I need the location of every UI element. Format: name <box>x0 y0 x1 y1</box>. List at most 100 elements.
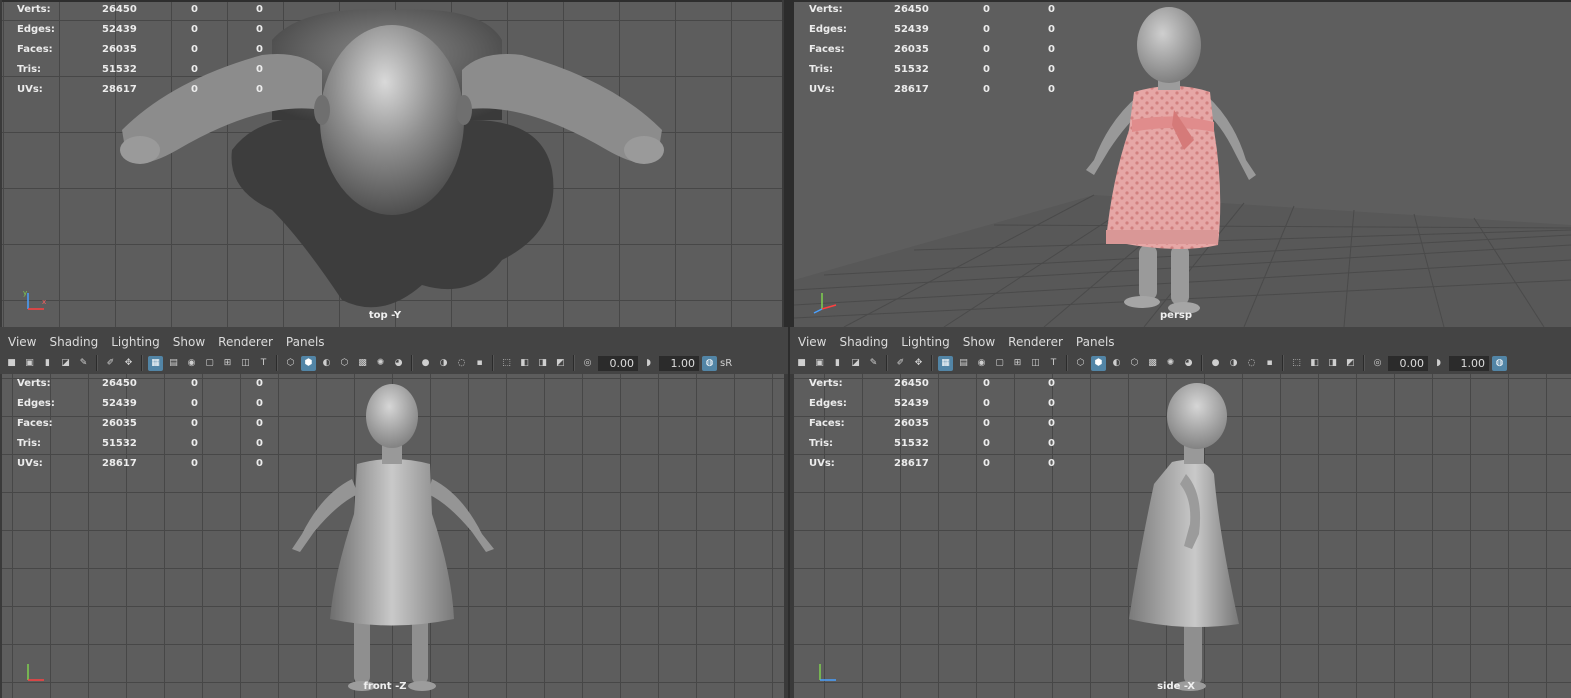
xray-components-icon[interactable]: ◩ <box>1343 356 1358 371</box>
color-management-icon[interactable]: ◍ <box>702 355 717 371</box>
exposure-field[interactable] <box>1388 355 1428 371</box>
viewport-persp[interactable]: Verts: 26450 0 0 Edges: 52439 0 0 Faces: 26035 0… <box>794 0 1571 327</box>
hud-value: 0 <box>983 418 990 429</box>
menu-panels[interactable]: Panels <box>286 335 325 353</box>
camera-attributes-icon[interactable]: ▣ <box>22 356 37 371</box>
use-lights-icon[interactable]: ✺ <box>1163 356 1178 371</box>
image-plane-icon[interactable]: ◪ <box>58 356 73 371</box>
smooth-shade-icon[interactable]: ⬢ <box>301 355 316 371</box>
wireframe-icon[interactable]: ⬡ <box>283 356 298 371</box>
svg-text:x: x <box>42 298 46 306</box>
textured-icon[interactable]: ▩ <box>355 356 370 371</box>
menu-lighting[interactable]: Lighting <box>901 335 950 353</box>
xray-joints-icon[interactable]: ◨ <box>535 356 550 371</box>
safe-title-icon[interactable]: T <box>1046 356 1061 371</box>
motion-blur-icon[interactable]: ◑ <box>1226 356 1241 371</box>
menu-shading[interactable]: Shading <box>839 335 888 353</box>
bookmark-icon[interactable]: ▮ <box>40 356 55 371</box>
menu-show[interactable]: Show <box>173 335 205 353</box>
film-gate-icon[interactable]: ▤ <box>956 356 971 371</box>
depth-of-field-icon[interactable]: ▪ <box>472 356 487 371</box>
hud-value: 28617 <box>894 458 929 469</box>
grid-toggle-icon[interactable]: ▦ <box>148 355 163 371</box>
ambient-occlusion-icon[interactable]: ● <box>418 356 433 371</box>
default-material-icon[interactable]: ◐ <box>1109 356 1124 371</box>
anti-aliasing-icon[interactable]: ◌ <box>1244 356 1259 371</box>
pencil-icon[interactable]: ✎ <box>76 356 91 371</box>
use-lights-icon[interactable]: ✺ <box>373 356 388 371</box>
film-gate-icon[interactable]: ▤ <box>166 356 181 371</box>
hud-value: 0 <box>1048 4 1055 15</box>
xray-components-icon[interactable]: ◩ <box>553 356 568 371</box>
gamma-icon[interactable]: ◗ <box>641 356 656 371</box>
resolution-gate-icon[interactable]: ◉ <box>184 356 199 371</box>
isolate-select-icon[interactable]: ⬚ <box>499 356 514 371</box>
xray-joints-icon[interactable]: ◨ <box>1325 356 1340 371</box>
gamma-field[interactable] <box>1449 355 1489 371</box>
hud-value: 0 <box>191 24 198 35</box>
grease-pencil-icon[interactable]: ✐ <box>103 356 118 371</box>
hud-value: 0 <box>1048 398 1055 409</box>
menu-renderer[interactable]: Renderer <box>218 335 273 353</box>
exposure-icon[interactable]: ◎ <box>1370 356 1385 371</box>
menu-view[interactable]: View <box>798 335 826 353</box>
viewport-side[interactable]: Verts: 26450 0 0 Edges: 52439 0 0 Faces: 26035 0… <box>794 374 1571 698</box>
default-material-icon[interactable]: ◐ <box>319 356 334 371</box>
view-transform-icon[interactable]: ✥ <box>911 356 926 371</box>
viewport-top[interactable]: Verts: 26450 0 0 Edges: 52439 0 0 Faces: 26035 0… <box>2 0 782 327</box>
gate-mask-icon[interactable]: ▢ <box>992 356 1007 371</box>
resolution-gate-icon[interactable]: ◉ <box>974 356 989 371</box>
xray-icon[interactable]: ◧ <box>517 356 532 371</box>
hud-label: Tris: <box>17 438 42 449</box>
pencil-icon[interactable]: ✎ <box>866 356 881 371</box>
grid-toggle-icon[interactable]: ▦ <box>938 355 953 371</box>
pane-divider-vertical[interactable] <box>788 327 790 698</box>
hud-value: 0 <box>256 398 263 409</box>
wireframe-on-shaded-icon[interactable]: ⬡ <box>337 356 352 371</box>
safe-action-icon[interactable]: ◫ <box>238 356 253 371</box>
menu-show[interactable]: Show <box>963 335 995 353</box>
field-chart-icon[interactable]: ⊞ <box>220 356 235 371</box>
menu-panels[interactable]: Panels <box>1076 335 1115 353</box>
textured-icon[interactable]: ▩ <box>1145 356 1160 371</box>
shadows-icon[interactable]: ◕ <box>391 356 406 371</box>
menu-view[interactable]: View <box>8 335 36 353</box>
camera-attributes-icon[interactable]: ▣ <box>812 356 827 371</box>
wireframe-icon[interactable]: ⬡ <box>1073 356 1088 371</box>
select-camera-icon[interactable]: ■ <box>4 356 19 371</box>
view-transform-icon[interactable]: ✥ <box>121 356 136 371</box>
smooth-shade-icon[interactable]: ⬢ <box>1091 355 1106 371</box>
pane-divider-vertical[interactable] <box>784 0 794 327</box>
depth-of-field-icon[interactable]: ▪ <box>1262 356 1277 371</box>
field-chart-icon[interactable]: ⊞ <box>1010 356 1025 371</box>
panel-toolbar: ■ ▣ ▮ ◪ ✎ ✐ ✥ ▦ ▤ ◉ ▢ ⊞ ◫ T ⬡ ⬢ ◐ ⬡ ▩ ✺ … <box>4 353 732 373</box>
menu-lighting[interactable]: Lighting <box>111 335 160 353</box>
shadows-icon[interactable]: ◕ <box>1181 356 1196 371</box>
color-management-icon[interactable]: ◍ <box>1492 355 1507 371</box>
hud-value: 0 <box>191 438 198 449</box>
gate-mask-icon[interactable]: ▢ <box>202 356 217 371</box>
menu-renderer[interactable]: Renderer <box>1008 335 1063 353</box>
toolbar-separator <box>886 355 888 371</box>
menu-shading[interactable]: Shading <box>49 335 98 353</box>
toolbar-separator <box>1201 355 1203 371</box>
viewport-front[interactable]: Verts: 26450 0 0 Edges: 52439 0 0 Faces: 26035 0… <box>2 374 784 698</box>
safe-title-icon[interactable]: T <box>256 356 271 371</box>
isolate-select-icon[interactable]: ⬚ <box>1289 356 1304 371</box>
bookmark-icon[interactable]: ▮ <box>830 356 845 371</box>
ambient-occlusion-icon[interactable]: ● <box>1208 356 1223 371</box>
anti-aliasing-icon[interactable]: ◌ <box>454 356 469 371</box>
motion-blur-icon[interactable]: ◑ <box>436 356 451 371</box>
grease-pencil-icon[interactable]: ✐ <box>893 356 908 371</box>
color-space-label[interactable]: sR <box>720 358 732 369</box>
hud-value: 0 <box>191 44 198 55</box>
xray-icon[interactable]: ◧ <box>1307 356 1322 371</box>
exposure-field[interactable] <box>598 355 638 371</box>
gamma-field[interactable] <box>659 355 699 371</box>
select-camera-icon[interactable]: ■ <box>794 356 809 371</box>
exposure-icon[interactable]: ◎ <box>580 356 595 371</box>
gamma-icon[interactable]: ◗ <box>1431 356 1446 371</box>
safe-action-icon[interactable]: ◫ <box>1028 356 1043 371</box>
image-plane-icon[interactable]: ◪ <box>848 356 863 371</box>
wireframe-on-shaded-icon[interactable]: ⬡ <box>1127 356 1142 371</box>
